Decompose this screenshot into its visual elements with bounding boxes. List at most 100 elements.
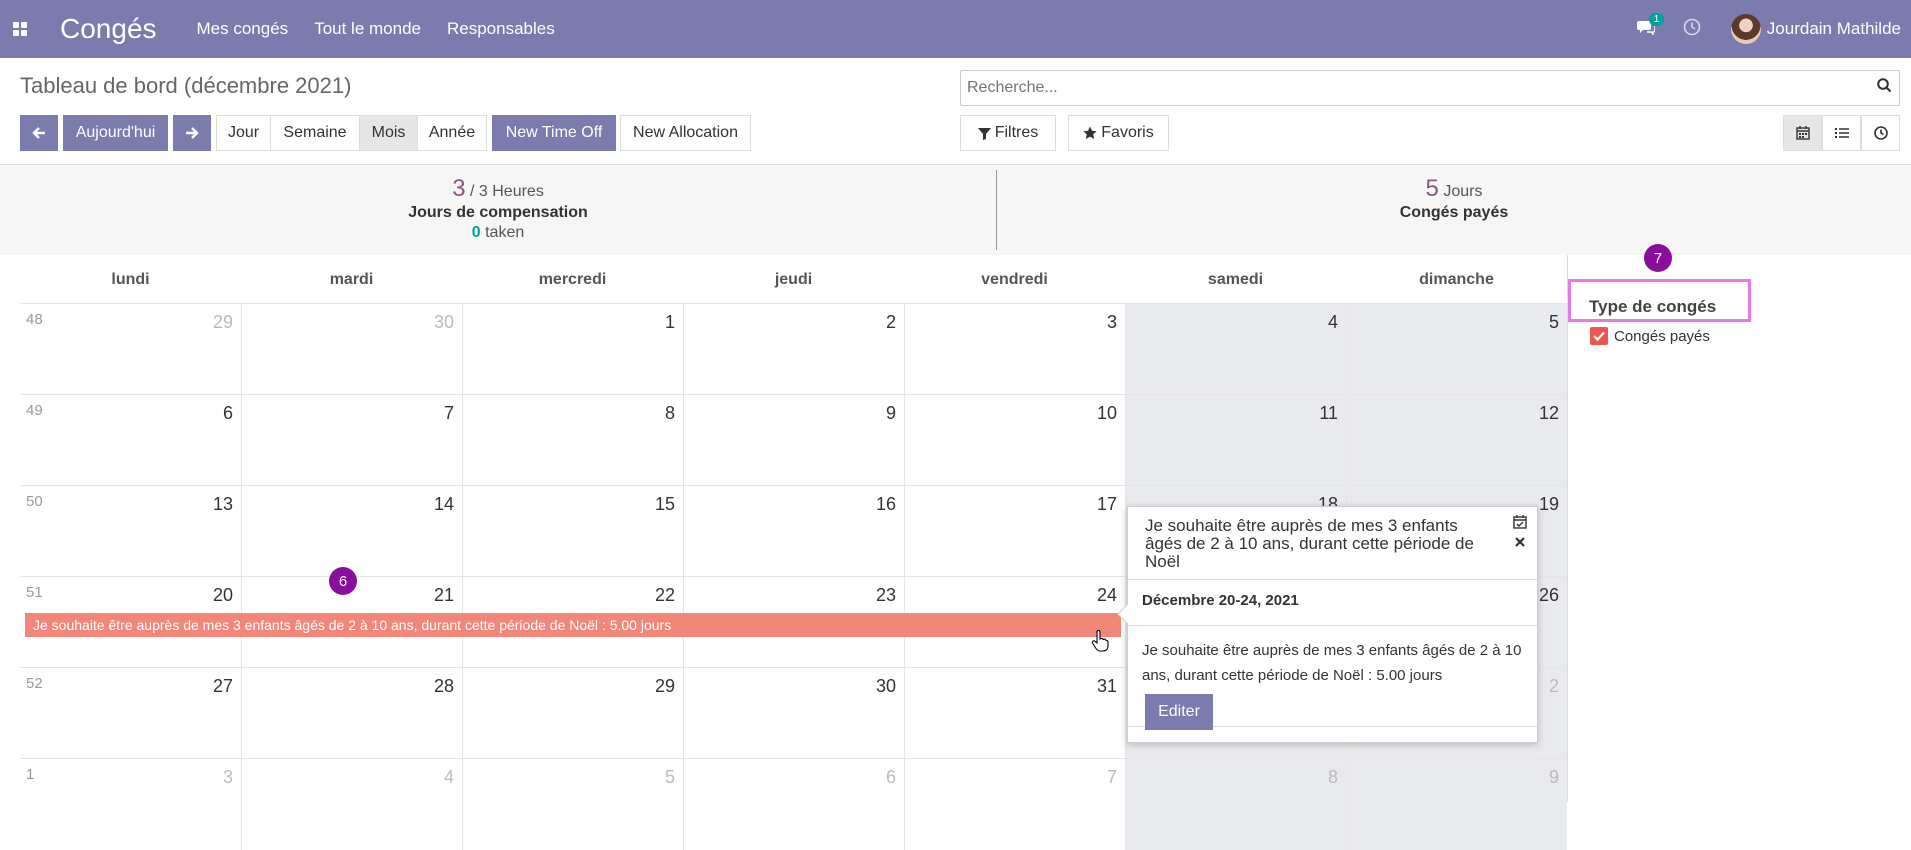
calendar-day-cell[interactable]: 31 xyxy=(904,668,1125,759)
day-number: 30 xyxy=(875,676,896,696)
edit-button[interactable]: Editer xyxy=(1145,694,1213,730)
user-name[interactable]: Jourdain Mathilde xyxy=(1767,19,1901,39)
activity-clock-icon[interactable] xyxy=(1683,18,1701,41)
new-allocation-button[interactable]: New Allocation xyxy=(620,115,751,151)
apps-menu-icon[interactable] xyxy=(0,0,40,58)
favorites-button[interactable]: Favoris xyxy=(1068,115,1169,151)
day-number: 13 xyxy=(212,494,233,514)
calendar-day-cell[interactable]: 30 xyxy=(683,668,904,759)
day-number: 31 xyxy=(1096,676,1117,696)
day-number: 4 xyxy=(1327,312,1338,332)
calendar-day-cell[interactable]: 16 xyxy=(683,486,904,577)
day-number: 11 xyxy=(1319,403,1338,423)
scale-year-button[interactable]: Année xyxy=(417,115,487,151)
calendar-day-cell[interactable]: 27 xyxy=(20,668,241,759)
day-number: 16 xyxy=(875,494,896,514)
calendar-day-cell[interactable]: 13 xyxy=(20,486,241,577)
scale-week-button[interactable]: Semaine xyxy=(270,115,360,151)
summary-compensation: 3 / 3 Heures Jours de compensation 0 tak… xyxy=(0,175,996,242)
filter-title: Type de congés xyxy=(1589,297,1717,316)
day-number: 15 xyxy=(654,494,675,514)
calendar-day-cell[interactable]: 3 xyxy=(904,304,1125,395)
day-number: 14 xyxy=(433,494,454,514)
new-time-off-button[interactable]: New Time Off xyxy=(492,115,616,151)
top-navbar: Congés Mes congés Tout le monde Responsa… xyxy=(0,0,1911,58)
leave-event[interactable]: Je souhaite être auprès de mes 3 enfants… xyxy=(25,613,1121,637)
calendar-day-cell[interactable]: 11 xyxy=(1125,395,1346,486)
paid-leave-title: Congés payés xyxy=(1399,204,1509,221)
day-number: 12 xyxy=(1538,403,1559,423)
calendar-day-cell[interactable]: 6 xyxy=(20,395,241,486)
day-number: 20 xyxy=(212,585,233,605)
scale-day-button[interactable]: Jour xyxy=(216,115,271,151)
day-number: 3 xyxy=(1106,312,1117,332)
calendar-day-cell[interactable]: 29 xyxy=(20,304,241,395)
step-badge-6: 6 xyxy=(329,567,357,595)
menu-tout-le-monde[interactable]: Tout le monde xyxy=(314,19,421,39)
calendar-day-cell[interactable]: 14 xyxy=(241,486,462,577)
calendar-day-cell[interactable]: 30 xyxy=(241,304,462,395)
menu-mes-conges[interactable]: Mes congés xyxy=(197,19,289,39)
arrow-left-icon xyxy=(32,127,45,139)
chat-icon[interactable]: 1 xyxy=(1636,12,1665,40)
day-number: 9 xyxy=(1548,767,1559,787)
next-button[interactable] xyxy=(173,115,211,151)
chat-badge: 1 xyxy=(1648,12,1665,26)
day-number: 7 xyxy=(443,403,454,423)
calendar-day-cell[interactable]: 28 xyxy=(241,668,462,759)
checkbox-checked-icon[interactable] xyxy=(1590,327,1608,345)
filter-icon xyxy=(977,127,991,140)
day-number: 27 xyxy=(212,676,233,696)
weekday-monday: lundi xyxy=(111,271,150,288)
page-title: Tableau de bord (décembre 2021) xyxy=(20,73,352,98)
day-number: 7 xyxy=(1106,767,1117,787)
filter-conges-payes[interactable]: Congés payés xyxy=(1590,327,1710,345)
scale-month-button[interactable]: Mois xyxy=(359,115,418,151)
day-number: 6 xyxy=(222,403,233,423)
calendar-check-icon[interactable] xyxy=(1513,515,1527,533)
calendar-day-cell[interactable]: 5 xyxy=(462,759,683,850)
weekday-header: lundi mardi mercredi jeudi vendredi same… xyxy=(20,255,1567,304)
calendar-day-cell[interactable]: 17 xyxy=(904,486,1125,577)
compensation-unit: / 3 Heures xyxy=(470,183,544,200)
popover-header: Je souhaite être auprès de mes 3 enfants… xyxy=(1128,507,1537,580)
taken-count: 0 xyxy=(471,224,481,241)
calendar-week-row: 48 29 30 1 2 3 4 5 xyxy=(20,303,1567,395)
calendar-day-cell[interactable]: 15 xyxy=(462,486,683,577)
search-input[interactable] xyxy=(961,79,1869,97)
prev-button[interactable] xyxy=(20,115,58,151)
filters-button[interactable]: Filtres xyxy=(960,115,1056,151)
calendar-day-cell[interactable]: 10 xyxy=(904,395,1125,486)
calendar-day-cell[interactable]: 7 xyxy=(241,395,462,486)
week-number: 50 xyxy=(26,493,43,510)
close-icon[interactable] xyxy=(1513,533,1527,551)
today-button[interactable]: Aujourd'hui xyxy=(63,115,168,151)
calendar-day-cell[interactable]: 5 xyxy=(1346,304,1567,395)
list-view-icon[interactable] xyxy=(1822,115,1861,151)
calendar-day-cell[interactable]: 3 xyxy=(20,759,241,850)
app-title[interactable]: Congés xyxy=(60,13,157,45)
day-number: 30 xyxy=(433,312,454,332)
calendar-day-cell[interactable]: 12 xyxy=(1346,395,1567,486)
calendar-day-cell[interactable]: 8 xyxy=(1125,759,1346,850)
calendar-day-cell[interactable]: 1 xyxy=(462,304,683,395)
calendar-day-cell[interactable]: 2 xyxy=(683,304,904,395)
week-number: 49 xyxy=(26,402,43,419)
menu-responsables[interactable]: Responsables xyxy=(447,19,555,39)
avatar[interactable] xyxy=(1730,14,1761,44)
calendar-day-cell[interactable]: 4 xyxy=(1125,304,1346,395)
weekday-wednesday: mercredi xyxy=(538,271,607,288)
day-number: 2 xyxy=(885,312,896,332)
calendar-day-cell[interactable]: 6 xyxy=(683,759,904,850)
calendar-day-cell[interactable]: 4 xyxy=(241,759,462,850)
star-icon xyxy=(1083,126,1097,139)
calendar-day-cell[interactable]: 7 xyxy=(904,759,1125,850)
calendar-day-cell[interactable]: 9 xyxy=(1346,759,1567,850)
calendar-day-cell[interactable]: 9 xyxy=(683,395,904,486)
search-icon[interactable] xyxy=(1869,78,1899,98)
arrow-right-icon xyxy=(186,127,199,139)
calendar-day-cell[interactable]: 29 xyxy=(462,668,683,759)
activity-view-icon[interactable] xyxy=(1861,115,1900,151)
calendar-view-icon[interactable] xyxy=(1783,115,1822,151)
calendar-day-cell[interactable]: 8 xyxy=(462,395,683,486)
